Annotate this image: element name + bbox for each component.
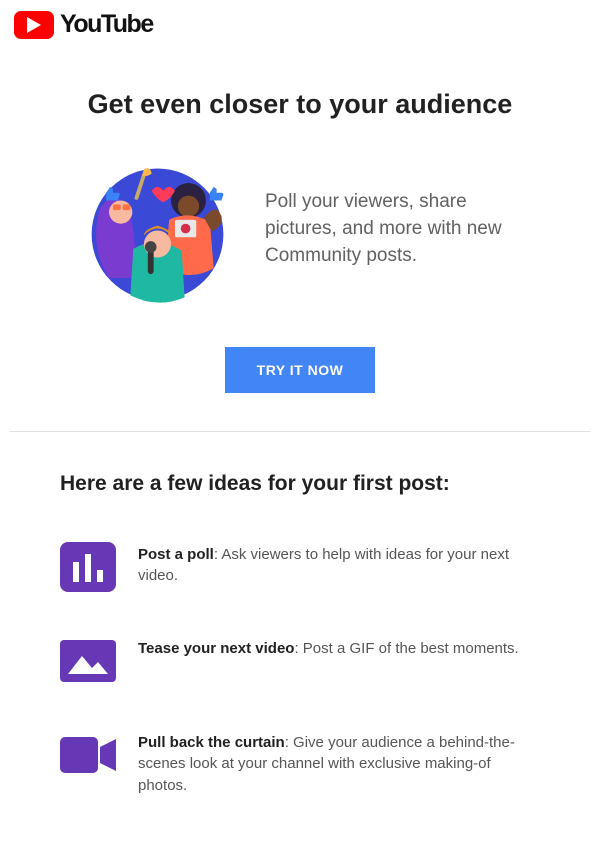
ideas-title: Here are a few ideas for your first post… <box>60 472 540 496</box>
hero-description: Poll your viewers, share pictures, and m… <box>265 189 520 270</box>
ideas-section: Here are a few ideas for your first post… <box>0 432 600 796</box>
idea-row-poll: Post a poll: Ask viewers to help with id… <box>60 542 540 592</box>
hero-title: Get even closer to your audience <box>60 89 540 120</box>
youtube-wordmark: YouTube <box>60 10 153 39</box>
youtube-logo-icon <box>14 11 54 39</box>
hero-section: Get even closer to your audience <box>0 45 600 431</box>
image-icon <box>60 636 116 686</box>
idea-row-tease: Tease your next video: Post a GIF of the… <box>60 636 540 686</box>
idea-bold: Post a poll <box>138 546 214 563</box>
community-illustration <box>80 152 235 307</box>
idea-bold: Tease your next video <box>138 640 294 657</box>
video-camera-icon <box>60 730 116 780</box>
idea-bold: Pull back the curtain <box>138 734 285 751</box>
idea-rest: : Post a GIF of the best moments. <box>294 640 518 657</box>
idea-text-poll: Post a poll: Ask viewers to help with id… <box>138 542 540 587</box>
try-it-now-button[interactable]: TRY IT NOW <box>225 347 376 393</box>
header: YouTube <box>0 0 600 45</box>
cta-wrap: TRY IT NOW <box>60 347 540 431</box>
poll-icon <box>60 542 116 592</box>
idea-row-curtain: Pull back the curtain: Give your audienc… <box>60 730 540 796</box>
idea-text-tease: Tease your next video: Post a GIF of the… <box>138 636 519 659</box>
idea-text-curtain: Pull back the curtain: Give your audienc… <box>138 730 540 796</box>
hero-row: Poll your viewers, share pictures, and m… <box>60 152 540 307</box>
